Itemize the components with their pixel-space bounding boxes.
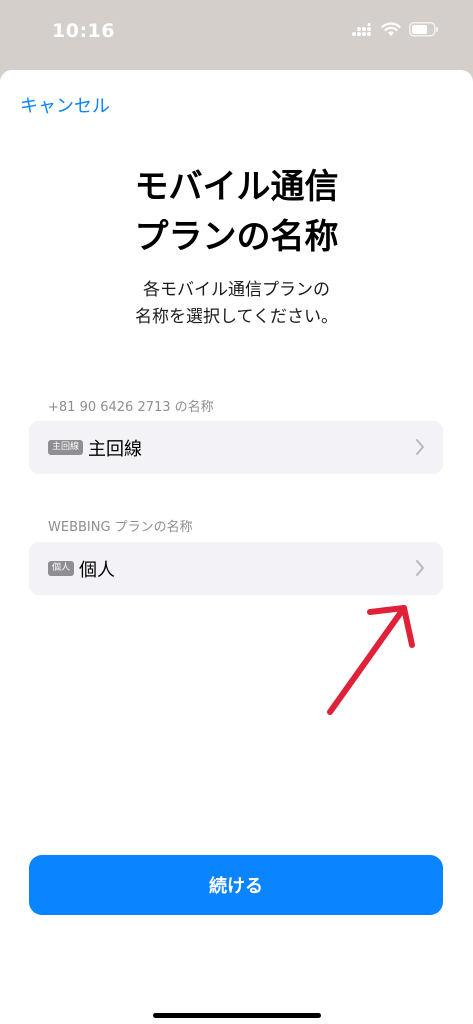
plan-row-secondary[interactable]: 個人 個人 [29,542,443,595]
chevron-right-icon [416,560,424,576]
chevron-right-icon [416,439,424,455]
plan-label: 個人 [79,559,116,581]
page-title: モバイル通信 プランの名称 [134,167,339,257]
cellular-signal-icon [352,22,371,36]
plan-badge: 個人 [48,561,75,576]
page-subtitle: 各モバイル通信プランの 名称を選択してください。 [135,280,338,327]
section-label-secondary: WEBBING プランの名称 [48,520,193,535]
home-indicator[interactable] [153,1013,321,1018]
status-time: 10:16 [52,20,115,42]
wifi-icon [381,22,401,36]
battery-icon [409,22,438,37]
plan-badge: 主回線 [48,440,84,455]
cancel-button[interactable]: キャンセル [20,92,110,118]
plan-label: 主回線 [88,438,143,460]
annotation-arrow-icon [327,605,415,715]
plan-row-primary[interactable]: 主回線 主回線 [29,421,443,474]
status-bar: 10:16 [0,0,473,62]
section-label-primary: +81 90 6426 2713 の名称 [48,400,214,415]
continue-button[interactable]: 続ける [29,855,443,915]
setup-sheet: キャンセル モバイル通信 プランの名称 各モバイル通信プランの 名称を選択してく… [0,70,473,1024]
status-icons [351,22,439,37]
